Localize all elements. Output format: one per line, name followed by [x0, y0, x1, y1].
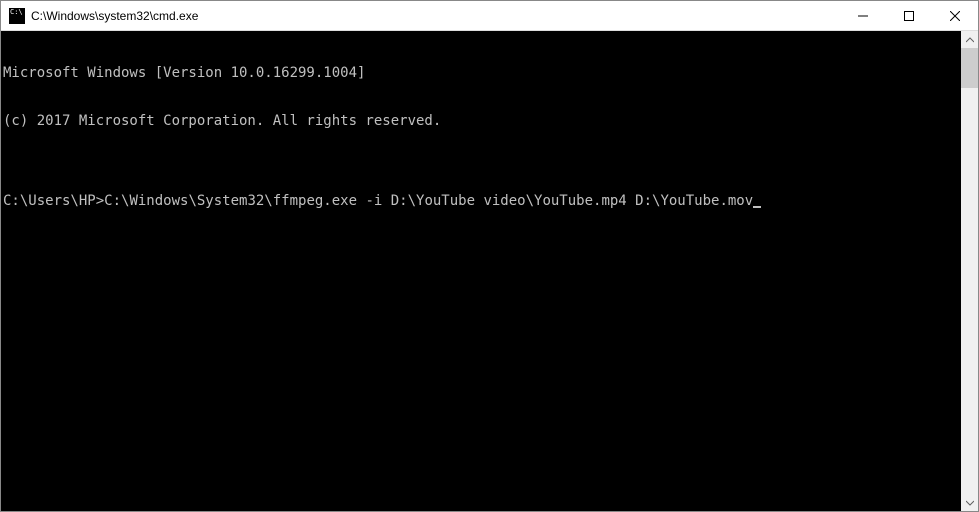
window-title: C:\Windows\system32\cmd.exe	[31, 9, 840, 23]
minimize-button[interactable]	[840, 1, 886, 30]
console-copyright-line: (c) 2017 Microsoft Corporation. All righ…	[3, 113, 961, 129]
console-version-line: Microsoft Windows [Version 10.0.16299.10…	[3, 65, 961, 81]
cmd-icon	[9, 8, 25, 24]
content-wrapper: Microsoft Windows [Version 10.0.16299.10…	[1, 31, 978, 511]
minimize-icon	[858, 11, 868, 21]
scroll-down-button[interactable]	[961, 494, 978, 511]
titlebar: C:\Windows\system32\cmd.exe	[1, 1, 978, 31]
scrollbar-track[interactable]	[961, 48, 978, 494]
chevron-down-icon	[966, 499, 974, 507]
maximize-button[interactable]	[886, 1, 932, 30]
chevron-up-icon	[966, 36, 974, 44]
close-button[interactable]	[932, 1, 978, 30]
cursor-icon	[753, 206, 761, 208]
vertical-scrollbar[interactable]	[961, 31, 978, 511]
console-command: C:\Windows\System32\ffmpeg.exe -i D:\You…	[104, 193, 753, 209]
console-prompt: C:\Users\HP>	[3, 193, 104, 209]
scroll-up-button[interactable]	[961, 31, 978, 48]
maximize-icon	[904, 11, 914, 21]
console-prompt-line: C:\Users\HP>C:\Windows\System32\ffmpeg.e…	[3, 193, 961, 209]
window-controls	[840, 1, 978, 30]
close-icon	[950, 11, 960, 21]
console-area[interactable]: Microsoft Windows [Version 10.0.16299.10…	[1, 31, 961, 511]
scrollbar-thumb[interactable]	[961, 48, 978, 88]
